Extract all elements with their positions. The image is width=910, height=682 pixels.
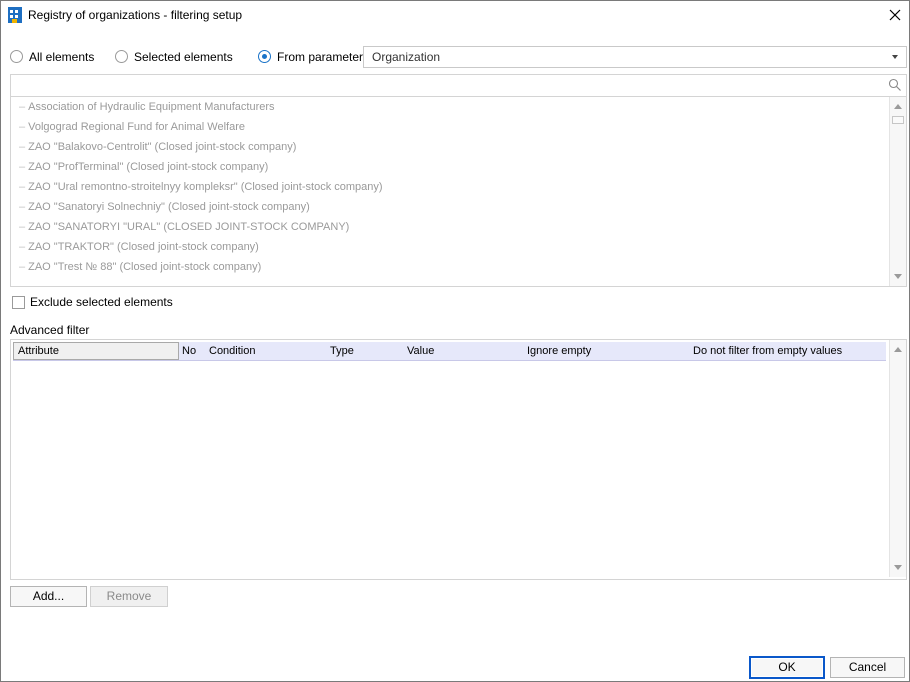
list-item-label: ZAO "Sanatoryi Solnechniy" (Closed joint… (28, 201, 310, 213)
chevron-down-icon[interactable] (892, 55, 898, 59)
elements-list: – Association of Hydraulic Equipment Manu… (10, 96, 907, 287)
radio-all-elements[interactable] (10, 50, 23, 63)
column-header-do-not-filter[interactable]: Do not filter from empty values (693, 345, 842, 357)
list-item[interactable]: – ZAO "Trest № 88" (Closed joint-stock co… (19, 261, 261, 279)
list-item-label: ZAO "SANATORYI "URAL" (CLOSED JOINT-STOC… (28, 221, 350, 233)
filter-setup-dialog: Registry of organizations - filtering se… (0, 0, 910, 682)
grid-scrollbar[interactable] (889, 340, 906, 577)
radio-all-elements-label[interactable]: All elements (29, 50, 94, 64)
radio-from-parameter-label[interactable]: From parameter: (277, 50, 366, 64)
list-item[interactable]: – ZAO "Balakovo-Centrolit" (Closed joint-… (19, 141, 296, 159)
parameter-dropdown[interactable]: Organization (363, 46, 907, 68)
list-item-label: Volgograd Regional Fund for Animal Welfa… (28, 121, 245, 133)
scroll-up-icon[interactable] (894, 347, 902, 352)
search-input[interactable] (10, 74, 907, 97)
list-item[interactable]: – Association of Hydraulic Equipment Manu… (19, 101, 275, 119)
list-item[interactable]: – ZAO "TRAKTOR" (Closed joint-stock compa… (19, 241, 259, 259)
advanced-filter-label: Advanced filter (10, 323, 90, 337)
radio-selected-elements-label[interactable]: Selected elements (134, 50, 233, 64)
scroll-down-icon[interactable] (894, 565, 902, 570)
title-bar: Registry of organizations - filtering se… (1, 1, 909, 29)
close-icon[interactable] (885, 5, 905, 25)
list-item-label: Association of Hydraulic Equipment Manuf… (28, 101, 275, 113)
scroll-thumb[interactable] (892, 116, 904, 124)
ok-button[interactable]: OK (749, 656, 825, 679)
list-item-label: ZAO "Balakovo-Centrolit" (Closed joint-s… (28, 141, 297, 153)
remove-button[interactable]: Remove (90, 586, 168, 607)
column-header-ignore-empty[interactable]: Ignore empty (527, 345, 591, 357)
list-item-label: ZAO "TRAKTOR" (Closed joint-stock compan… (28, 241, 259, 253)
column-header-attribute[interactable]: Attribute (13, 342, 179, 360)
list-item[interactable]: – ZAO "Sanatoryi Solnechniy" (Closed join… (19, 201, 310, 219)
list-item[interactable]: – Volgograd Regional Fund for Animal Welf… (19, 121, 245, 139)
search-icon[interactable] (888, 78, 902, 92)
scroll-up-icon[interactable] (894, 104, 902, 109)
column-header-condition[interactable]: Condition (209, 345, 255, 357)
column-header-type[interactable]: Type (330, 345, 354, 357)
cancel-button[interactable]: Cancel (830, 657, 905, 678)
app-icon (8, 7, 22, 23)
column-header-no[interactable]: No (182, 345, 196, 357)
column-header-value[interactable]: Value (407, 345, 434, 357)
radio-selected-elements[interactable] (115, 50, 128, 63)
add-button[interactable]: Add... (10, 586, 87, 607)
list-item[interactable]: – ZAO "SANATORYI "URAL" (CLOSED JOINT-STO… (19, 221, 349, 239)
parameter-dropdown-value: Organization (372, 50, 441, 64)
exclude-selected-label[interactable]: Exclude selected elements (30, 295, 173, 309)
list-item[interactable]: – ZAO "Ural remontno-stroitelnyy kompleks… (19, 181, 383, 199)
window-title: Registry of organizations - filtering se… (28, 8, 243, 22)
advanced-filter-grid: Attribute No Condition Type Value Ignore… (10, 339, 907, 580)
radio-from-parameter[interactable] (258, 50, 271, 63)
scroll-down-icon[interactable] (894, 274, 902, 279)
elements-scrollbar[interactable] (889, 97, 906, 286)
list-item-label: ZAO "Trest № 88" (Closed joint-stock com… (28, 261, 262, 273)
exclude-selected-checkbox[interactable] (12, 296, 25, 309)
grid-header: Attribute No Condition Type Value Ignore… (13, 342, 886, 361)
list-item-label: ZAO "ProfTerminal" (Closed joint-stock c… (28, 161, 269, 173)
list-item[interactable]: – ZAO "ProfTerminal" (Closed joint-stock … (19, 161, 268, 179)
list-item-label: ZAO "Ural remontno-stroitelnyy kompleksr… (28, 181, 383, 193)
